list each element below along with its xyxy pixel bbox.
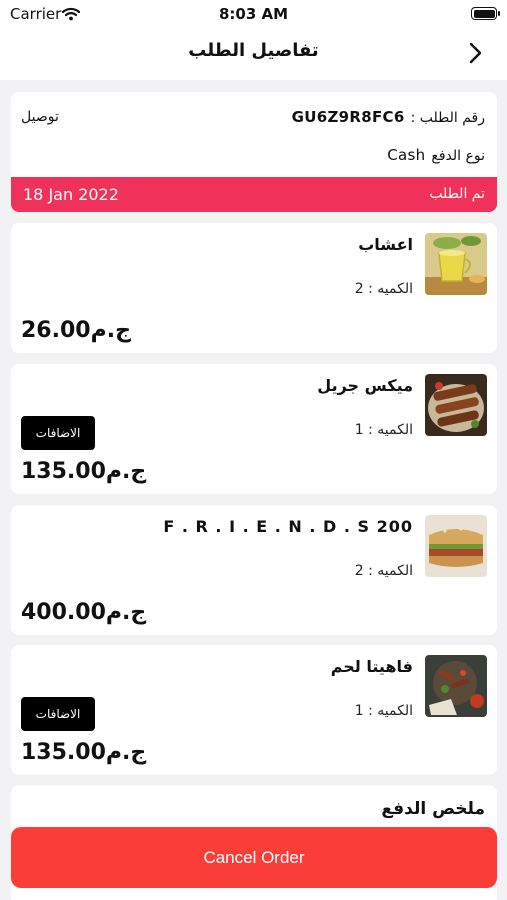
page-title: تفاصيل الطلب xyxy=(188,40,319,61)
item-quantity: الكميه : 2 xyxy=(354,281,413,297)
item-price: 26.00ج.م xyxy=(21,318,131,343)
item-price: 135.00ج.م xyxy=(21,459,147,484)
order-number-row: رقم الطلب : GU6Z9R8FC6 xyxy=(292,108,485,126)
order-item-card: فاهيتا لحم الاضافات الكميه : 1 135.00ج.م xyxy=(11,645,497,775)
order-status-banner: 18 Jan 2022 تم الطلب xyxy=(11,177,497,212)
payment-type-row: نوع الدفع Cash xyxy=(387,146,485,164)
order-item-card: اعشاب الكميه : 2 26.00ج.م xyxy=(11,223,497,353)
payment-type-label: نوع الدفع xyxy=(431,148,485,164)
fajita-image xyxy=(425,655,487,717)
order-info-card: رقم الطلب : GU6Z9R8FC6 توصيل نوع الدفع C… xyxy=(11,92,497,212)
addons-button[interactable]: الاضافات xyxy=(21,416,95,450)
herbal-tea-image xyxy=(425,233,487,295)
delivery-type: توصيل xyxy=(21,109,59,125)
item-name: فاهيتا لحم xyxy=(330,657,413,676)
item-quantity: الكميه : 1 xyxy=(354,422,413,438)
item-name: F . R . I . E . N . D . S 200 xyxy=(163,517,413,536)
status-bar: Carrier 8:03 AM xyxy=(0,0,507,30)
addons-button[interactable]: الاضافات xyxy=(21,697,95,731)
order-item-card: ميكس جريل الاضافات الكميه : 1 135.00ج.م xyxy=(11,364,497,494)
payment-type-value: Cash xyxy=(387,146,426,164)
item-quantity: الكميه : 2 xyxy=(354,563,413,579)
item-quantity: الكميه : 1 xyxy=(354,703,413,719)
back-chevron-icon[interactable] xyxy=(463,40,489,66)
order-status: تم الطلب xyxy=(429,186,485,202)
item-price: 135.00ج.م xyxy=(21,740,147,765)
item-name: ميكس جريل xyxy=(317,376,413,395)
item-price: 400.00ج.م xyxy=(21,600,147,625)
mixed-grill-image xyxy=(425,374,487,436)
item-name: اعشاب xyxy=(358,235,413,254)
order-number-value: GU6Z9R8FC6 xyxy=(291,108,405,126)
battery-icon xyxy=(471,7,500,20)
clock: 8:03 AM xyxy=(218,5,289,23)
order-date: 18 Jan 2022 xyxy=(23,185,119,204)
sandwich-image xyxy=(425,515,487,577)
cancel-order-button[interactable]: Cancel Order xyxy=(11,827,497,888)
navigation-bar: تفاصيل الطلب xyxy=(0,30,507,80)
order-number-label: رقم الطلب : xyxy=(410,110,485,126)
payment-summary-title: ملخص الدفع xyxy=(381,799,485,819)
order-item-card: F . R . I . E . N . D . S 200 الكميه : 2… xyxy=(11,505,497,635)
